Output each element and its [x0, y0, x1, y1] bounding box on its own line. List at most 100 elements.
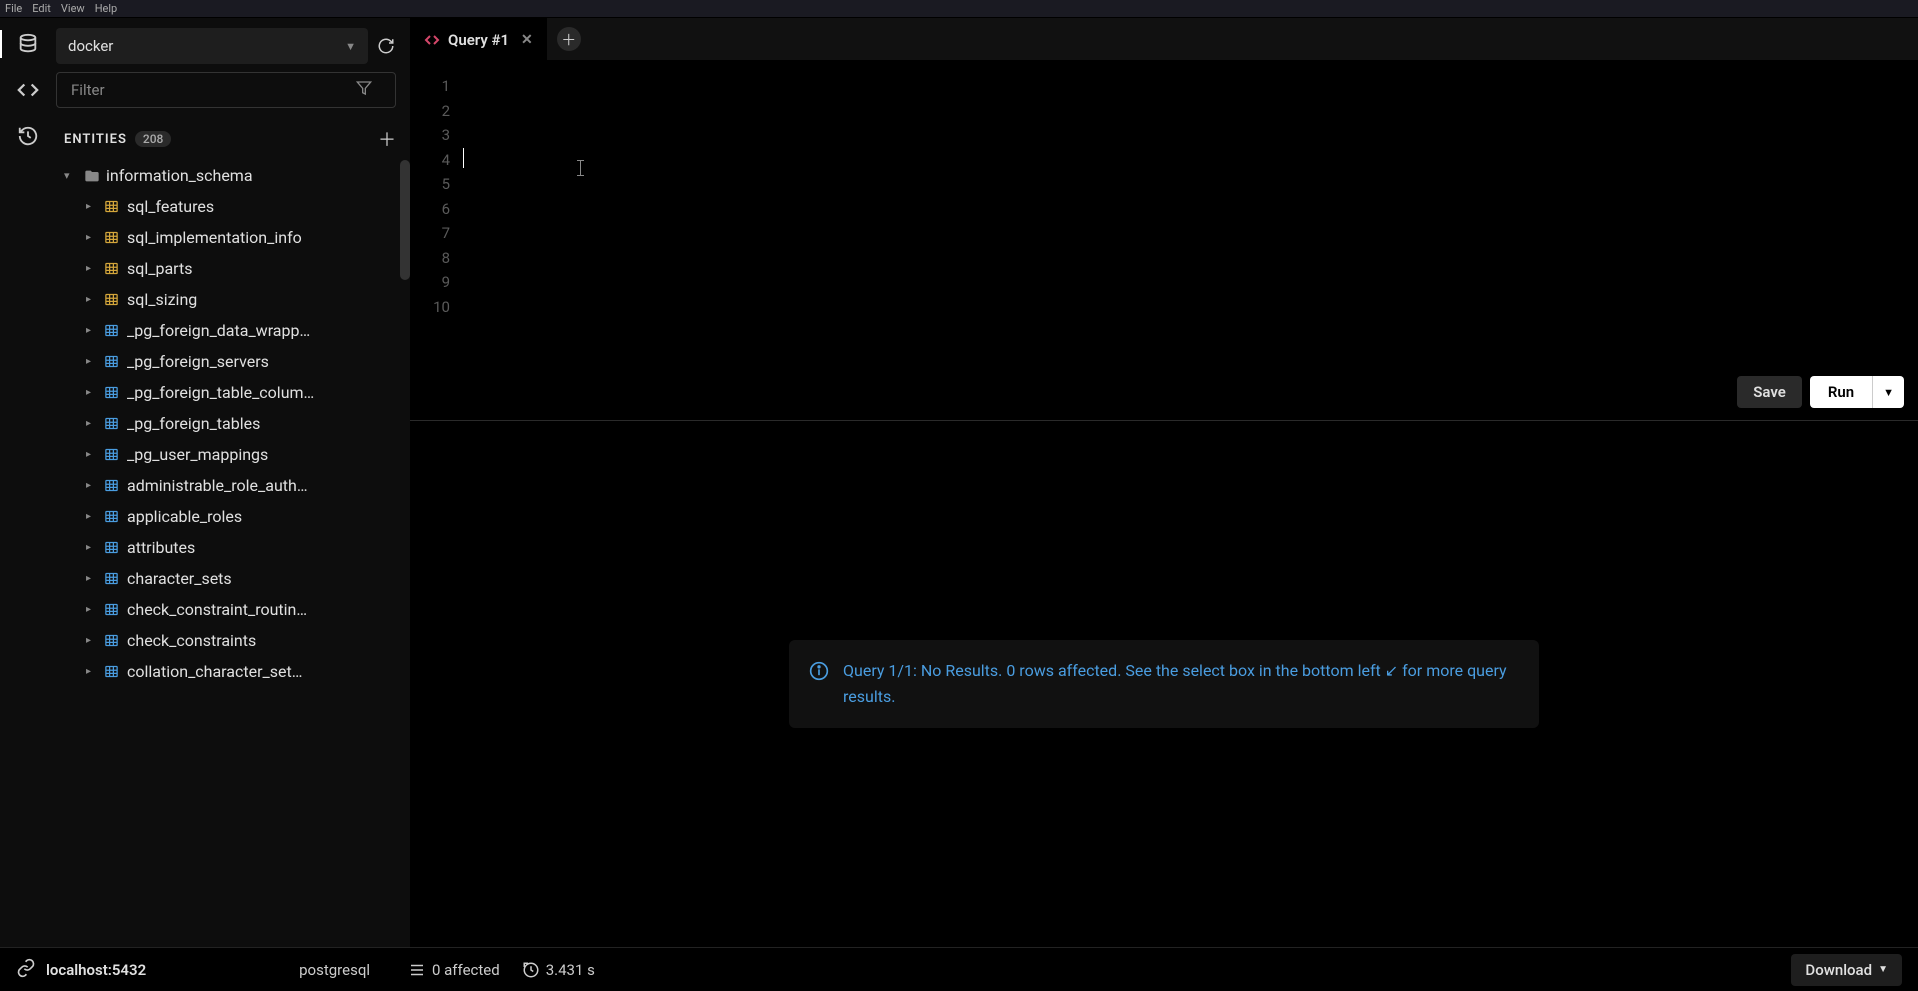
chevron-right-icon: ▸ — [86, 511, 96, 522]
table-name: sql_implementation_info — [127, 228, 302, 247]
table-item[interactable]: ▸ check_constraints — [56, 625, 410, 656]
table-item[interactable]: ▸ sql_features — [56, 191, 410, 222]
table-icon — [104, 199, 119, 214]
table-icon — [104, 354, 119, 369]
table-name: _pg_foreign_table_colum… — [127, 383, 314, 402]
editor-cursor — [463, 148, 464, 168]
status-affected[interactable]: 0 affected — [408, 961, 500, 979]
new-tab-button[interactable]: ＋ — [557, 27, 581, 51]
chevron-down-icon: ▼ — [1878, 964, 1888, 975]
table-name: check_constraint_routin… — [127, 600, 307, 619]
status-time: 3.431 s — [522, 961, 595, 979]
connection-name: docker — [68, 37, 113, 55]
table-item[interactable]: ▸ character_sets — [56, 563, 410, 594]
chevron-right-icon: ▸ — [86, 201, 96, 212]
chevron-down-icon: ▾ — [64, 169, 78, 182]
chevron-right-icon: ▸ — [86, 294, 96, 305]
table-icon — [104, 602, 119, 617]
table-item[interactable]: ▸ _pg_foreign_data_wrapp… — [56, 315, 410, 346]
result-message: Query 1/1: No Results. 0 rows affected. … — [843, 658, 1519, 709]
chevron-right-icon: ▸ — [86, 480, 96, 491]
menu-help[interactable]: Help — [95, 2, 118, 15]
chevron-right-icon: ▸ — [86, 573, 96, 584]
table-item[interactable]: ▸ check_constraint_routin… — [56, 594, 410, 625]
table-name: character_sets — [127, 569, 232, 588]
save-button[interactable]: Save — [1737, 376, 1802, 408]
table-name: _pg_user_mappings — [127, 445, 268, 464]
rail-database-icon[interactable] — [16, 32, 40, 56]
entities-header: ENTITIES 208 ＋ — [56, 108, 410, 160]
table-name: applicable_roles — [127, 507, 242, 526]
sidebar: docker ▼ ENTITIES 208 ＋ — [56, 18, 410, 947]
table-icon — [104, 571, 119, 586]
content-area: Query #1 ✕ ＋ 12345678910 Save Run ▼ — [410, 18, 1918, 947]
table-name: administrable_role_auth… — [127, 476, 308, 495]
table-name: collation_character_set… — [127, 662, 302, 681]
chevron-right-icon: ▸ — [86, 325, 96, 336]
table-icon — [104, 292, 119, 307]
table-icon — [104, 261, 119, 276]
table-item[interactable]: ▸_pg_foreign_tables — [56, 408, 410, 439]
table-name: _pg_foreign_data_wrapp… — [127, 321, 310, 340]
line-gutter: 12345678910 — [410, 60, 458, 420]
entity-tree[interactable]: ▾ information_schema ▸ sql_features ▸ sql_i… — [56, 160, 410, 947]
add-entity-button[interactable]: ＋ — [378, 126, 396, 152]
chevron-right-icon: ▸ — [86, 232, 96, 243]
refresh-button[interactable] — [376, 36, 396, 56]
schema-item[interactable]: ▾ information_schema — [56, 160, 410, 191]
chevron-right-icon: ▸ — [86, 387, 96, 398]
code-icon — [424, 32, 440, 48]
connection-select[interactable]: docker ▼ — [56, 28, 368, 64]
icon-rail — [0, 18, 56, 947]
table-name: _pg_foreign_servers — [127, 352, 269, 371]
result-info-box: Query 1/1: No Results. 0 rows affected. … — [789, 640, 1539, 727]
table-icon — [104, 633, 119, 648]
tab-title: Query #1 — [448, 31, 509, 49]
table-icon — [104, 509, 119, 524]
table-item[interactable]: ▸ administrable_role_auth… — [56, 470, 410, 501]
chevron-right-icon: ▸ — [86, 604, 96, 615]
table-item[interactable]: ▸ sql_sizing — [56, 284, 410, 315]
info-icon — [809, 661, 829, 685]
folder-icon — [84, 168, 100, 184]
chevron-right-icon: ▸ — [86, 666, 96, 677]
filter-input[interactable] — [56, 72, 396, 108]
chevron-right-icon: ▸ — [86, 542, 96, 553]
table-icon — [104, 416, 119, 431]
menu-file[interactable]: File — [5, 2, 22, 15]
chevron-right-icon: ▸ — [86, 635, 96, 646]
table-name: sql_features — [127, 197, 214, 216]
rail-history-icon[interactable] — [16, 124, 40, 148]
run-dropdown-button[interactable]: ▼ — [1872, 376, 1904, 408]
results-pane: Query 1/1: No Results. 0 rows affected. … — [410, 420, 1918, 947]
table-name: sql_sizing — [127, 290, 197, 309]
menubar: File Edit View Help — [0, 0, 1918, 18]
table-item[interactable]: ▸ applicable_roles — [56, 501, 410, 532]
tab-close-icon[interactable]: ✕ — [521, 32, 533, 48]
table-item[interactable]: ▸attributes — [56, 532, 410, 563]
status-db-type: postgresql — [299, 961, 370, 979]
download-button[interactable]: Download ▼ — [1791, 954, 1902, 986]
table-item[interactable]: ▸_pg_user_mappings — [56, 439, 410, 470]
query-tab[interactable]: Query #1 ✕ — [410, 18, 547, 60]
table-item[interactable]: ▸ _pg_foreign_table_colum… — [56, 377, 410, 408]
run-button[interactable]: Run — [1810, 376, 1872, 408]
editor-pane: 12345678910 Save Run ▼ — [410, 60, 1918, 420]
schema-name: information_schema — [106, 166, 253, 185]
link-icon — [16, 958, 36, 982]
table-item[interactable]: ▸_pg_foreign_servers — [56, 346, 410, 377]
table-name: check_constraints — [127, 631, 256, 650]
menu-view[interactable]: View — [61, 2, 85, 15]
status-host[interactable]: localhost:5432 — [46, 961, 146, 979]
chevron-right-icon: ▸ — [86, 263, 96, 274]
sql-editor[interactable] — [458, 60, 1918, 420]
table-item[interactable]: ▸ sql_implementation_info — [56, 222, 410, 253]
entities-count: 208 — [135, 131, 171, 147]
menu-edit[interactable]: Edit — [32, 2, 51, 15]
rail-query-icon[interactable] — [16, 78, 40, 102]
table-item[interactable]: ▸ collation_character_set… — [56, 656, 410, 687]
chevron-down-icon: ▼ — [345, 40, 356, 53]
editor-action-bar: Save Run ▼ — [1737, 376, 1904, 408]
scrollbar[interactable] — [400, 160, 410, 280]
table-item[interactable]: ▸sql_parts — [56, 253, 410, 284]
